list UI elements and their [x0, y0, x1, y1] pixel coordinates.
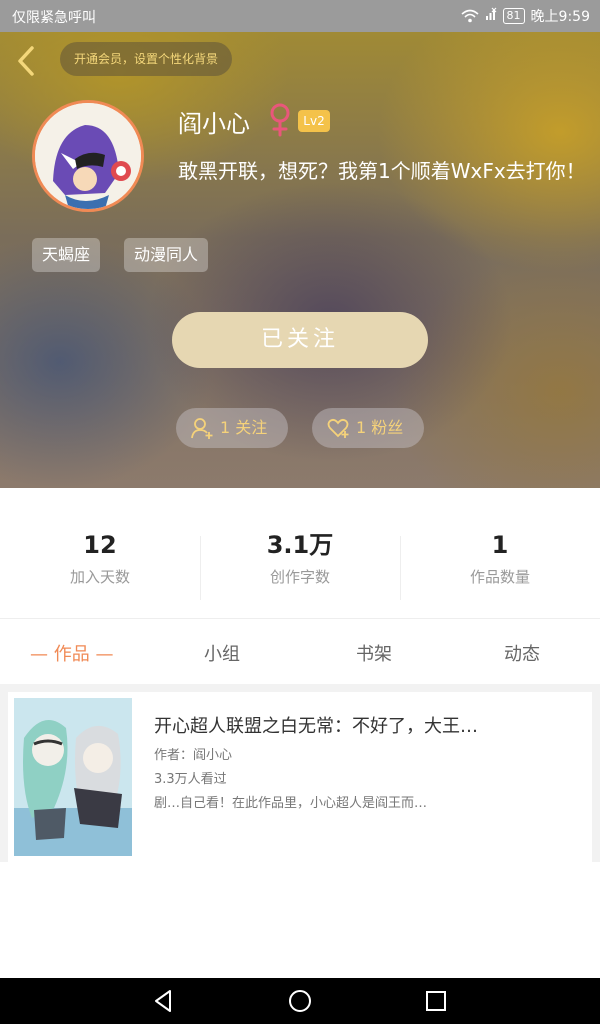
tag-zodiac: 天蝎座 [32, 238, 101, 272]
username: 阎小心 [178, 110, 250, 138]
tab-groups[interactable]: 小组 [204, 640, 240, 666]
work-card[interactable]: 开心超人联盟之白无常：不好了，大王… 作者：阎小心 3.3万人看过 剧…自己看！… [8, 692, 592, 862]
nav-back-button[interactable] [150, 987, 178, 1015]
level-badge: Lv2 [298, 110, 330, 132]
work-author: 作者：阎小心 [154, 748, 233, 763]
status-bar: 仅限紧急呼叫 81 晚上9:59 [0, 0, 600, 32]
work-read-count: 3.3万人看过 [154, 772, 227, 787]
wifi-icon [461, 9, 479, 23]
stat-label: 作品数量 [469, 568, 530, 586]
work-title: 开心超人联盟之白无常：不好了，大王… [154, 716, 478, 737]
nav-home-button[interactable] [286, 987, 314, 1015]
fans-button[interactable]: 1 粉丝 [312, 408, 424, 448]
heart-plus-icon [327, 418, 349, 438]
stat-value: 3.1万 [266, 531, 334, 559]
circle-home-icon [289, 990, 311, 1012]
nav-recent-button[interactable] [422, 987, 450, 1015]
tab-activity[interactable]: 动态 [504, 640, 540, 666]
female-gender-icon [268, 102, 292, 138]
add-user-icon [191, 418, 213, 439]
stat-label: 加入天数 [69, 568, 130, 586]
battery-icon: 81 [502, 8, 525, 24]
carrier-text: 仅限紧急呼叫 [12, 10, 96, 26]
vip-background-prompt[interactable]: 开通会员，设置个性化背景 [60, 42, 233, 76]
chevron-left-icon [18, 46, 34, 76]
profile-header: 开通会员，设置个性化背景 阎小心 Lv2 敢黑开联，想死？我第1个顺着WxFx去… [0, 32, 600, 488]
following-button[interactable]: 1 关注 [176, 408, 288, 448]
divider [0, 618, 600, 619]
stat-value: 12 [83, 531, 117, 559]
stat-days: 12 加入天数 [0, 528, 200, 600]
tab-bookshelf[interactable]: 书架 [356, 640, 392, 666]
stat-label: 创作字数 [269, 568, 330, 586]
signature-text: 敢黑开联，想死？我第1个顺着WxFx去打你！ [178, 159, 586, 183]
followed-button[interactable]: 已关注 [172, 312, 428, 368]
signal-off-icon [485, 7, 497, 25]
work-cover-image [14, 698, 132, 856]
status-icons: 81 晚上9:59 [461, 6, 590, 26]
stat-words: 3.1万 创作字数 [200, 528, 400, 600]
square-recent-icon [426, 991, 446, 1011]
fans-count: 1 粉丝 [356, 418, 404, 437]
avatar[interactable] [32, 100, 144, 212]
work-description: 剧…自己看！在此作品里，小心超人是阎王而… [154, 796, 428, 811]
clock: 晚上9:59 [530, 9, 590, 25]
content-tabs: — 作品 — 小组 书架 动态 [0, 620, 600, 684]
tag-interest: 动漫同人 [124, 238, 209, 272]
stat-works: 1 作品数量 [400, 528, 600, 600]
triangle-back-icon [155, 990, 171, 1012]
profile-stats: 12 加入天数 3.1万 创作字数 1 作品数量 [0, 528, 600, 600]
tab-works[interactable]: — 作品 — [30, 640, 113, 666]
following-count: 1 关注 [220, 418, 268, 437]
system-nav-bar [0, 978, 600, 1024]
back-button[interactable] [12, 44, 40, 78]
stat-value: 1 [491, 531, 509, 559]
avatar-illustration [35, 103, 141, 209]
